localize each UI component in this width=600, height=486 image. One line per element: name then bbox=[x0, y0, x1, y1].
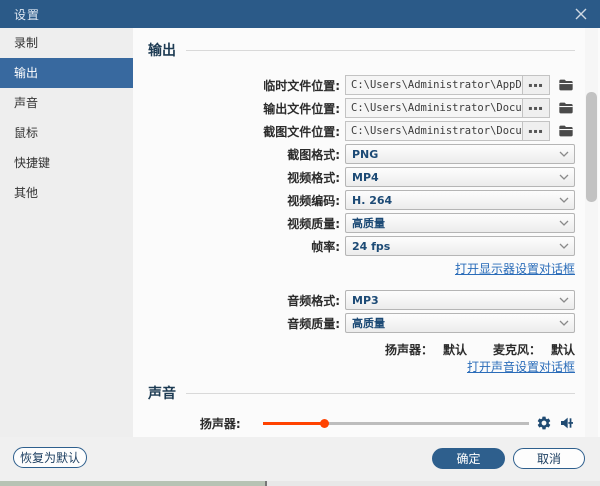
audio-quality-value: 高质量 bbox=[346, 315, 554, 331]
speaker-volume-slider[interactable] bbox=[263, 414, 529, 432]
scrollbar[interactable] bbox=[585, 28, 598, 437]
speaker-device-value: 默认 bbox=[443, 341, 467, 358]
chevron-down-icon bbox=[554, 174, 574, 180]
mic-device-value: 默认 bbox=[551, 341, 575, 358]
speaker-volume-label: 扬声器: bbox=[148, 415, 241, 432]
chevron-down-icon bbox=[554, 197, 574, 203]
sidebar: 录制 输出 声音 鼠标 快捷键 其他 bbox=[0, 28, 133, 437]
settings-dialog: 设置 录制 输出 声音 鼠标 快捷键 其他 输出 临时文件位置: C:\User… bbox=[0, 0, 600, 486]
screenshot-path-field[interactable]: C:\Users\Administrator\Documents ▪▪▪ bbox=[345, 121, 550, 141]
output-section-header: 输出 bbox=[148, 40, 575, 60]
screenshot-path-label: 截图文件位置: bbox=[148, 123, 345, 140]
video-codec-value: H. 264 bbox=[346, 194, 554, 207]
cancel-button[interactable]: 取消 bbox=[513, 448, 585, 469]
framerate-label: 帧率: bbox=[148, 238, 345, 255]
framerate-row: 帧率: 24 fps bbox=[148, 236, 575, 256]
video-format-label: 视频格式: bbox=[148, 169, 345, 186]
scrollbar-thumb[interactable] bbox=[586, 92, 597, 202]
video-quality-row: 视频质量: 高质量 bbox=[148, 213, 575, 233]
screenshot-path-folder-icon[interactable] bbox=[558, 123, 574, 139]
video-format-row: 视频格式: MP4 bbox=[148, 167, 575, 187]
mic-device-label: 麦克风： bbox=[493, 341, 541, 358]
screenshot-path-row: 截图文件位置: C:\Users\Administrator\Documents… bbox=[148, 121, 575, 141]
sidebar-item-recording[interactable]: 录制 bbox=[0, 28, 133, 58]
output-path-label: 输出文件位置: bbox=[148, 100, 345, 117]
output-path-value: C:\Users\Administrator\Documents bbox=[346, 99, 522, 117]
window-title: 设置 bbox=[0, 6, 40, 23]
temp-path-browse-button[interactable]: ▪▪▪ bbox=[522, 76, 549, 94]
temp-path-label: 临时文件位置: bbox=[148, 77, 345, 94]
output-section-title: 输出 bbox=[148, 40, 176, 60]
sidebar-item-mouse[interactable]: 鼠标 bbox=[0, 118, 133, 148]
audio-format-label: 音频格式: bbox=[148, 292, 345, 309]
sound-section-header: 声音 bbox=[148, 383, 575, 403]
sound-section-title: 声音 bbox=[148, 383, 176, 403]
output-path-browse-button[interactable]: ▪▪▪ bbox=[522, 99, 549, 117]
sidebar-item-other[interactable]: 其他 bbox=[0, 178, 133, 208]
speaker-device-label: 扬声器： bbox=[385, 341, 433, 358]
screenshot-path-value: C:\Users\Administrator\Documents bbox=[346, 122, 522, 140]
audio-quality-select[interactable]: 高质量 bbox=[345, 313, 575, 333]
chevron-down-icon bbox=[554, 320, 574, 326]
chevron-down-icon bbox=[554, 297, 574, 303]
temp-path-value: C:\Users\Administrator\AppData\L bbox=[346, 76, 522, 94]
settings-content: 输出 临时文件位置: C:\Users\Administrator\AppDat… bbox=[133, 28, 600, 437]
audio-format-value: MP3 bbox=[346, 294, 554, 307]
device-summary: 扬声器： 默认 麦克风： 默认 bbox=[385, 341, 575, 358]
framerate-value: 24 fps bbox=[346, 240, 554, 253]
video-codec-label: 视频编码: bbox=[148, 192, 345, 209]
audio-format-select[interactable]: MP3 bbox=[345, 290, 575, 310]
close-icon[interactable] bbox=[574, 7, 588, 21]
screenshot-format-value: PNG bbox=[346, 148, 554, 161]
sound-settings-link-row: 打开声音设置对话框 bbox=[467, 358, 575, 375]
restore-defaults-button[interactable]: 恢复为默认 bbox=[13, 447, 87, 468]
screenshot-path-browse-button[interactable]: ▪▪▪ bbox=[522, 122, 549, 140]
desktop-strip-left bbox=[0, 481, 265, 486]
video-quality-select[interactable]: 高质量 bbox=[345, 213, 575, 233]
output-path-row: 输出文件位置: C:\Users\Administrator\Documents… bbox=[148, 98, 575, 118]
video-codec-row: 视频编码: H. 264 bbox=[148, 190, 575, 210]
video-quality-label: 视频质量: bbox=[148, 215, 345, 232]
divider bbox=[186, 50, 575, 51]
titlebar: 设置 bbox=[0, 0, 600, 28]
divider bbox=[186, 393, 575, 394]
temp-path-row: 临时文件位置: C:\Users\Administrator\AppData\L… bbox=[148, 75, 575, 95]
display-settings-link[interactable]: 打开显示器设置对话框 bbox=[455, 262, 575, 276]
gear-icon[interactable] bbox=[536, 415, 552, 431]
video-quality-value: 高质量 bbox=[346, 215, 554, 231]
audio-format-row: 音频格式: MP3 bbox=[148, 290, 575, 310]
output-path-field[interactable]: C:\Users\Administrator\Documents ▪▪▪ bbox=[345, 98, 550, 118]
sidebar-item-output[interactable]: 输出 bbox=[0, 58, 133, 88]
speaker-icon[interactable] bbox=[559, 415, 575, 431]
slider-handle[interactable] bbox=[320, 419, 329, 428]
screenshot-format-select[interactable]: PNG bbox=[345, 144, 575, 164]
temp-path-field[interactable]: C:\Users\Administrator\AppData\L ▪▪▪ bbox=[345, 75, 550, 95]
temp-path-folder-icon[interactable] bbox=[558, 77, 574, 93]
video-format-value: MP4 bbox=[346, 171, 554, 184]
speaker-volume-row: 扬声器: bbox=[148, 414, 575, 432]
chevron-down-icon bbox=[554, 243, 574, 249]
footer-bar: 恢复为默认 确定 取消 bbox=[0, 437, 600, 481]
desktop-strip-divider bbox=[265, 481, 267, 486]
ok-button[interactable]: 确定 bbox=[432, 448, 505, 469]
slider-fill bbox=[263, 422, 324, 425]
output-path-folder-icon[interactable] bbox=[558, 100, 574, 116]
framerate-select[interactable]: 24 fps bbox=[345, 236, 575, 256]
sound-settings-link[interactable]: 打开声音设置对话框 bbox=[467, 360, 575, 374]
sidebar-item-hotkeys[interactable]: 快捷键 bbox=[0, 148, 133, 178]
video-codec-select[interactable]: H. 264 bbox=[345, 190, 575, 210]
sidebar-item-sound[interactable]: 声音 bbox=[0, 88, 133, 118]
screenshot-format-label: 截图格式: bbox=[148, 146, 345, 163]
audio-quality-label: 音频质量: bbox=[148, 315, 345, 332]
display-settings-link-row: 打开显示器设置对话框 bbox=[455, 260, 575, 277]
desktop-strip bbox=[0, 481, 600, 486]
video-format-select[interactable]: MP4 bbox=[345, 167, 575, 187]
audio-quality-row: 音频质量: 高质量 bbox=[148, 313, 575, 333]
screenshot-format-row: 截图格式: PNG bbox=[148, 144, 575, 164]
chevron-down-icon bbox=[554, 151, 574, 157]
chevron-down-icon bbox=[554, 220, 574, 226]
